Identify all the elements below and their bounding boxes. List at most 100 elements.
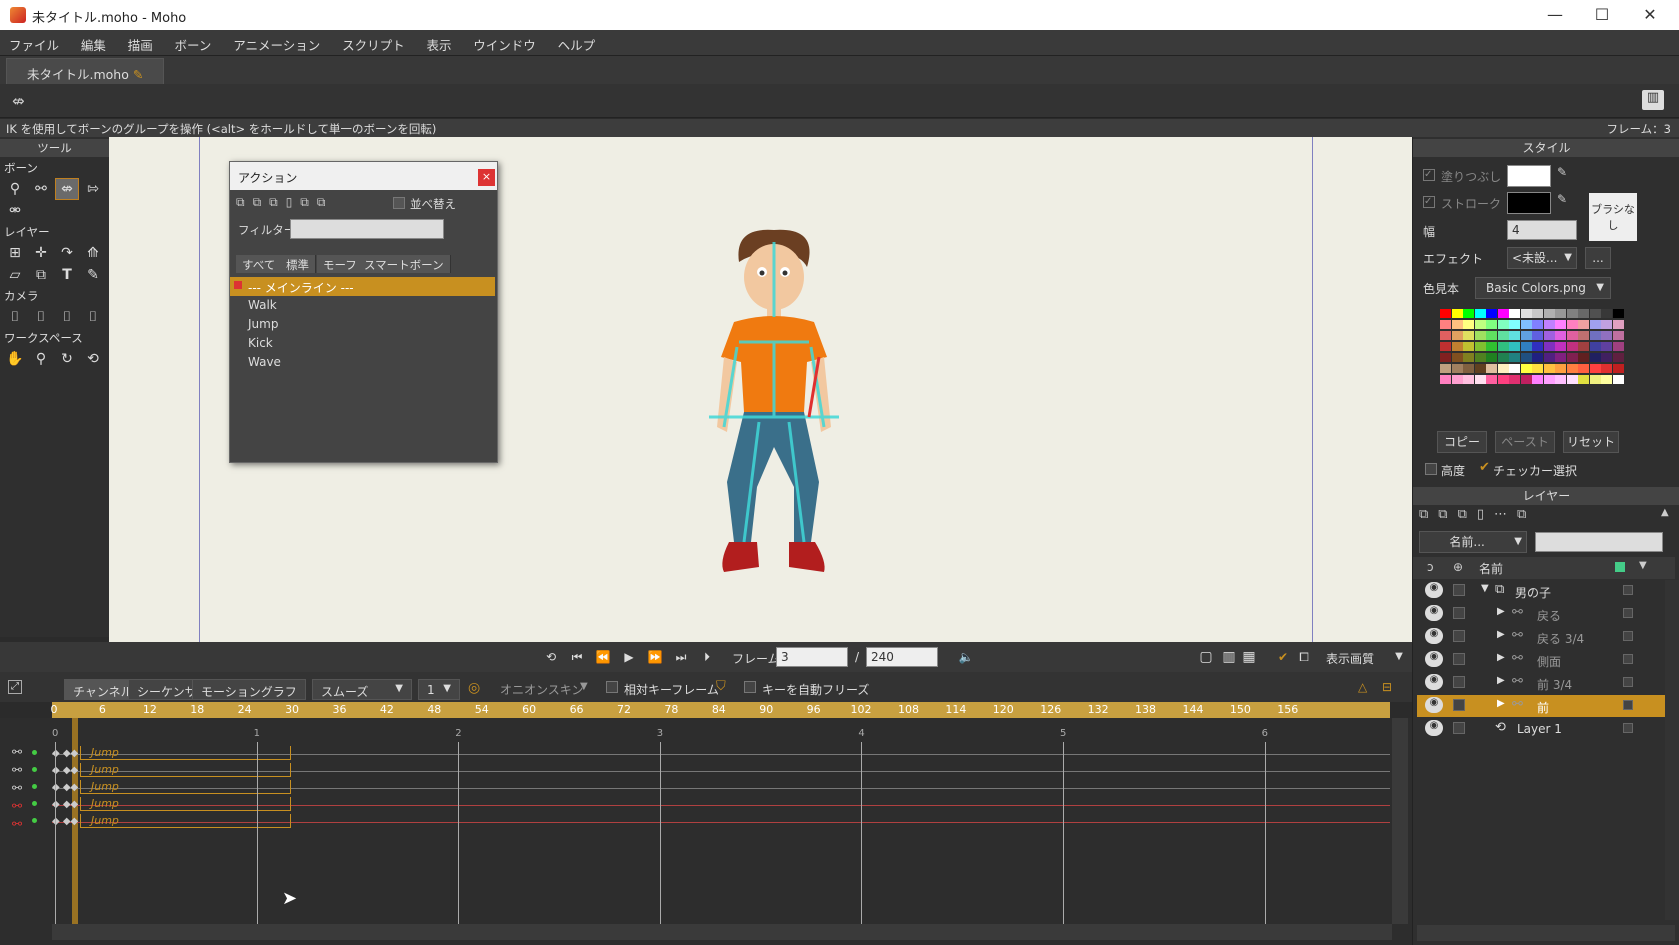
palette-swatch[interactable] (1474, 375, 1486, 384)
play-icon[interactable]: ▶ (618, 649, 640, 665)
expand-arrow-icon[interactable]: ▶ (1497, 698, 1505, 709)
palette-swatch[interactable] (1474, 364, 1486, 373)
translate-bone-tool-icon[interactable]: ⚯ (30, 179, 52, 199)
palette-swatch[interactable] (1486, 353, 1497, 362)
palette-swatch[interactable] (1451, 342, 1463, 351)
eye-icon[interactable]: ◉ (1425, 720, 1443, 736)
switch-layer-tool-icon[interactable]: ⧉ (30, 265, 52, 285)
palette-swatch[interactable] (1532, 331, 1543, 340)
palette-swatch[interactable] (1463, 309, 1474, 318)
palette-swatch[interactable] (1566, 364, 1578, 373)
fill-checkbox[interactable]: ✓ (1423, 169, 1435, 181)
action-item-wave[interactable]: Wave (230, 353, 495, 372)
palette-swatch[interactable] (1601, 353, 1612, 362)
palette-swatch[interactable] (1589, 309, 1601, 318)
expand-arrow-icon[interactable]: ▶ (1497, 652, 1505, 663)
expand-arrow-icon[interactable]: ▶ (1497, 675, 1505, 686)
palette-swatch[interactable] (1440, 353, 1451, 362)
layer-row[interactable]: ◉ ▶ ⚯ 戻る (1417, 603, 1675, 625)
action-reference-track[interactable]: Jump (80, 797, 291, 811)
display-quality-label[interactable]: 表示画質 (1326, 650, 1374, 667)
quad-view-icon[interactable]: ▦ (1238, 649, 1260, 665)
palette-swatch[interactable] (1578, 353, 1589, 362)
layer-search-input[interactable] (1535, 532, 1663, 552)
lock-checkbox[interactable] (1453, 676, 1465, 688)
palette-swatch[interactable] (1440, 309, 1451, 318)
layer-vscrollbar[interactable] (1665, 580, 1679, 920)
palette-swatch[interactable] (1474, 320, 1486, 329)
palette-swatch[interactable] (1486, 364, 1497, 373)
relative-keys-checkbox[interactable] (606, 681, 618, 693)
prev-key-icon[interactable]: ⏪ (592, 649, 614, 665)
copy-button[interactable]: コピー (1437, 431, 1487, 453)
quality-dropdown-icon[interactable]: ▼ (1388, 649, 1410, 665)
palette-swatch[interactable] (1520, 342, 1532, 351)
palette-swatch[interactable] (1497, 309, 1509, 318)
hand-icon[interactable]: ✋ (4, 349, 26, 369)
palette-swatch[interactable] (1486, 342, 1497, 351)
palette-swatch[interactable] (1451, 320, 1463, 329)
action-item-walk[interactable]: Walk (230, 296, 495, 315)
eye-icon[interactable]: ◉ (1425, 697, 1443, 713)
palette-swatch[interactable] (1555, 375, 1566, 384)
palette-swatch[interactable] (1463, 353, 1474, 362)
palette-swatch[interactable] (1497, 353, 1509, 362)
palette-swatch[interactable] (1463, 364, 1474, 373)
book-icon[interactable]: ▥ (1642, 90, 1664, 110)
close-window-button[interactable]: ✕ (1630, 4, 1670, 26)
action-close-button[interactable]: × (478, 169, 495, 186)
palette-swatch[interactable] (1520, 309, 1532, 318)
add-bone-tool-icon[interactable]: ⇰ (82, 179, 104, 199)
character-figure[interactable] (679, 222, 869, 597)
menu-script[interactable]: スクリプト (333, 30, 414, 59)
palette-swatch[interactable] (1612, 320, 1624, 329)
next-key-icon[interactable]: ⏩ (644, 649, 666, 665)
palette-swatch[interactable] (1474, 331, 1486, 340)
action-item-jump[interactable]: Jump (230, 315, 495, 334)
expand-icon[interactable]: ⤢ (8, 680, 22, 694)
layer-row[interactable]: ◉ ⟲ Layer 1 (1417, 718, 1675, 740)
layer-color-tag[interactable] (1623, 631, 1633, 641)
palette-swatch[interactable] (1601, 331, 1612, 340)
up-arrow-icon[interactable]: △ (1358, 680, 1367, 694)
palette-swatch[interactable] (1532, 375, 1543, 384)
palette-swatch[interactable] (1451, 364, 1463, 373)
color-palette-grid[interactable] (1440, 309, 1626, 421)
palette-swatch[interactable] (1532, 364, 1543, 373)
layer-name-filter-select[interactable]: 名前... ▼ (1419, 531, 1527, 553)
auto-freeze-checkbox[interactable] (744, 681, 756, 693)
palette-swatch[interactable] (1589, 342, 1601, 351)
palette-swatch[interactable] (1612, 353, 1624, 362)
shield-icon[interactable]: ⛉ (716, 679, 726, 694)
frame-ruler[interactable]: 0 6 12 18 24 30 36 42 48 54 60 66 72 78 84 90 96 102 108 11… (51, 702, 1390, 718)
palette-swatch[interactable] (1509, 309, 1520, 318)
action-reference-track[interactable]: Jump (80, 814, 291, 828)
palette-swatch[interactable] (1520, 353, 1532, 362)
palette-swatch[interactable] (1532, 309, 1543, 318)
layer-panel-collapse-icon[interactable]: ▲ (1661, 507, 1669, 518)
palette-swatch[interactable] (1578, 320, 1589, 329)
palette-swatch[interactable] (1509, 331, 1520, 340)
palette-swatch[interactable] (1463, 375, 1474, 384)
menu-file[interactable]: ファイル (0, 30, 68, 59)
frame-icon[interactable]: ⧠ (1293, 649, 1315, 665)
action-tab-all[interactable]: すべて (236, 255, 283, 273)
palette-swatch[interactable] (1543, 320, 1555, 329)
eye-icon[interactable]: ◉ (1425, 674, 1443, 690)
palette-swatch[interactable] (1601, 320, 1612, 329)
palette-swatch[interactable] (1497, 375, 1509, 384)
stroke-checkbox[interactable]: ✓ (1423, 196, 1435, 208)
palette-swatch[interactable] (1440, 375, 1451, 384)
layer-color-tag[interactable] (1623, 700, 1633, 710)
layer-toolbar-icons[interactable]: ⧉⧉⧉▯⋯⧉ (1419, 507, 1669, 522)
palette-swatch[interactable] (1509, 364, 1520, 373)
palette-swatch[interactable] (1509, 342, 1520, 351)
palette-swatch[interactable] (1589, 331, 1601, 340)
palette-swatch[interactable] (1440, 364, 1451, 373)
palette-swatch[interactable] (1451, 353, 1463, 362)
split-view-icon[interactable]: ▥ (1218, 649, 1240, 665)
palette-swatch[interactable] (1509, 320, 1520, 329)
current-frame-input[interactable]: 3 (776, 647, 848, 667)
menu-view[interactable]: 表示 (417, 30, 460, 59)
palette-swatch[interactable] (1578, 331, 1589, 340)
